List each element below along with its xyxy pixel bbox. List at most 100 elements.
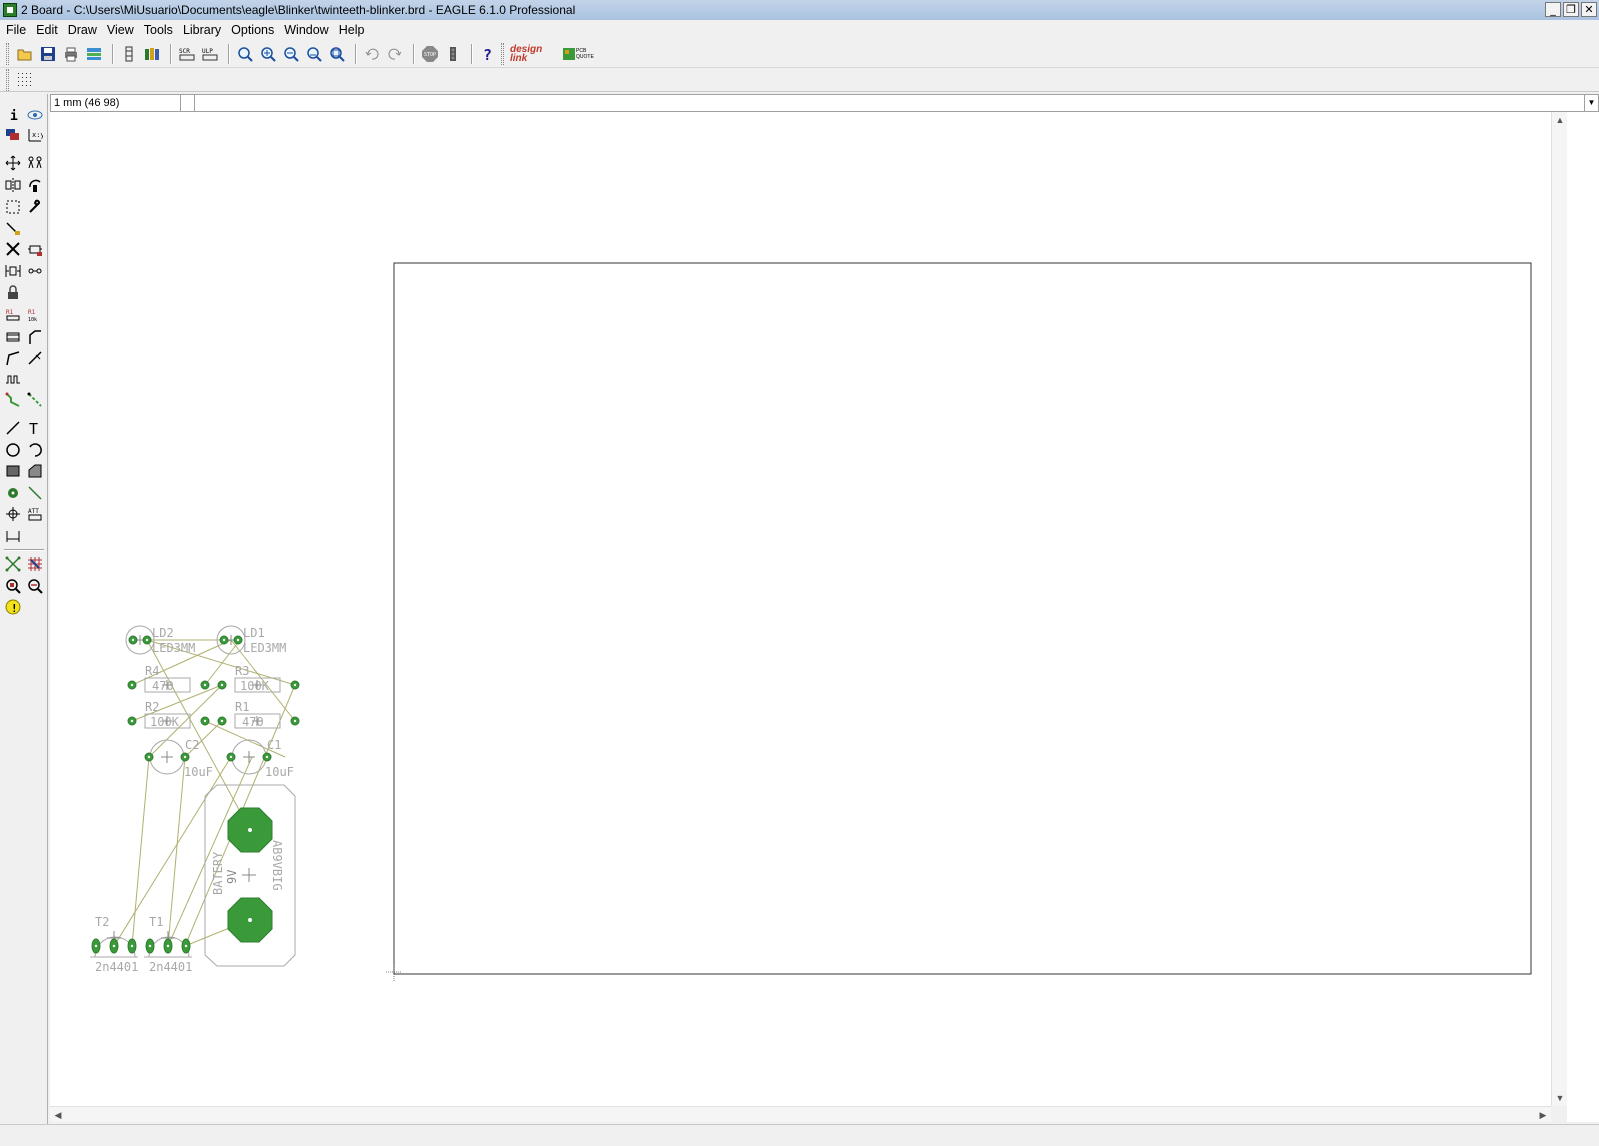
print-icon[interactable] <box>61 44 81 64</box>
part-value-ld2: LED3MM <box>152 641 195 655</box>
scroll-right-icon[interactable]: ▶ <box>1535 1107 1551 1123</box>
add-icon[interactable] <box>25 239 45 259</box>
toolbar-grip[interactable] <box>6 68 9 91</box>
toolbar-grip[interactable] <box>6 42 9 65</box>
attribute-icon[interactable]: ATT <box>25 504 45 524</box>
optimize-icon[interactable] <box>3 348 23 368</box>
route-icon[interactable] <box>3 369 23 389</box>
menu-options[interactable]: Options <box>231 23 280 37</box>
part-name-battery: BATERY <box>211 851 225 895</box>
name-icon[interactable]: R1 <box>3 305 23 325</box>
toolbar-separator <box>112 43 114 64</box>
arc-icon[interactable] <box>25 440 45 460</box>
value-icon[interactable]: R1 10k <box>25 305 45 325</box>
menu-window[interactable]: Window <box>284 23 334 37</box>
split-icon[interactable] <box>25 327 45 347</box>
signal-route-icon[interactable] <box>25 390 45 410</box>
info-icon[interactable]: i <box>3 105 23 125</box>
polygon-icon[interactable] <box>25 461 45 481</box>
toolbar-separator <box>413 43 415 64</box>
stop-icon[interactable]: STOP <box>420 44 440 64</box>
miter-icon[interactable] <box>3 327 23 347</box>
meander-icon[interactable] <box>25 348 45 368</box>
part-value-t1: 2n4401 <box>149 960 192 974</box>
grid-icon[interactable] <box>15 70 35 90</box>
open-icon[interactable] <box>15 44 35 64</box>
menu-tools[interactable]: Tools <box>144 23 179 37</box>
scroll-up-icon[interactable]: ▲ <box>1552 112 1568 128</box>
autorouter-icon[interactable] <box>25 554 45 574</box>
menu-library[interactable]: Library <box>183 23 227 37</box>
save-icon[interactable] <box>38 44 58 64</box>
copy-icon[interactable] <box>25 153 45 173</box>
horizontal-scrollbar[interactable]: ◀ ▶ <box>50 1106 1551 1122</box>
toolbar-separator <box>170 43 172 64</box>
replace-icon[interactable] <box>3 261 23 281</box>
mirror-icon[interactable] <box>3 175 23 195</box>
text-icon[interactable]: T <box>25 418 45 438</box>
close-icon[interactable]: ✕ <box>1581 2 1597 17</box>
restore-icon[interactable]: ❐ <box>1563 2 1579 17</box>
mark-icon[interactable]: x:y <box>25 125 45 145</box>
svg-text:ULP: ULP <box>202 48 213 55</box>
menu-file[interactable]: File <box>6 23 32 37</box>
redo-icon[interactable] <box>385 44 405 64</box>
board-canvas[interactable]: LD2 LED3MM LD1 LED3MM R4 470 R3 100K R2 … <box>50 112 1551 1106</box>
erc-icon[interactable]: ! <box>3 597 23 617</box>
show-icon[interactable] <box>25 105 45 125</box>
scroll-down-icon[interactable]: ▼ <box>1552 1090 1568 1106</box>
signal-icon[interactable] <box>25 483 45 503</box>
change-icon[interactable] <box>25 197 45 217</box>
delete-icon[interactable] <box>3 239 23 259</box>
design-link-button[interactable]: design link <box>510 44 552 63</box>
paste-icon[interactable] <box>3 218 23 238</box>
zoom-out-icon[interactable] <box>281 44 301 64</box>
command-history-dropdown[interactable]: ▼ <box>1584 95 1598 111</box>
group-icon[interactable] <box>3 197 23 217</box>
library-icon[interactable] <box>142 44 162 64</box>
hole-icon[interactable] <box>3 504 23 524</box>
switch-icon[interactable] <box>119 44 139 64</box>
ripup-icon[interactable] <box>3 390 23 410</box>
drc-icon[interactable] <box>3 576 23 596</box>
ulp-icon[interactable]: ULP <box>200 44 220 64</box>
zoom-select-icon[interactable] <box>327 44 347 64</box>
board-outline[interactable] <box>393 262 1532 975</box>
script-icon[interactable]: SCR <box>177 44 197 64</box>
eagle-app-icon[interactable] <box>3 3 17 17</box>
toolbar-grip[interactable] <box>501 42 504 65</box>
coordinate-display: 1 mm (46 98) <box>51 95 181 111</box>
pcb-quote-button[interactable]: PCB QUOTE <box>560 44 596 64</box>
zoom-redraw-icon[interactable] <box>304 44 324 64</box>
dimension-icon[interactable] <box>3 526 23 546</box>
errors-icon[interactable] <box>25 576 45 596</box>
scroll-left-icon[interactable]: ◀ <box>50 1107 66 1123</box>
svg-text:R1: R1 <box>6 309 14 316</box>
via-icon[interactable] <box>3 483 23 503</box>
move-icon[interactable] <box>3 153 23 173</box>
rect-icon[interactable] <box>3 461 23 481</box>
go-icon[interactable] <box>443 44 463 64</box>
part-name-r1: R1 <box>235 700 249 714</box>
lock-icon[interactable] <box>25 261 45 281</box>
circle-icon[interactable] <box>3 440 23 460</box>
menu-draw[interactable]: Draw <box>68 23 103 37</box>
zoom-in-icon[interactable] <box>258 44 278 64</box>
menu-help[interactable]: Help <box>339 23 371 37</box>
vertical-scrollbar[interactable]: ▲ ▼ <box>1551 112 1567 1106</box>
ratsnest-icon[interactable] <box>3 554 23 574</box>
minimize-icon[interactable]: _ <box>1545 2 1561 17</box>
wire-icon[interactable] <box>3 418 23 438</box>
help-icon[interactable]: ? <box>478 44 498 64</box>
command-input[interactable] <box>195 95 1584 111</box>
cam-icon[interactable] <box>84 44 104 64</box>
svg-text:i: i <box>10 109 18 122</box>
display-layers-icon[interactable] <box>3 125 23 145</box>
menu-edit[interactable]: Edit <box>36 23 64 37</box>
board-drawing[interactable]: LD2 LED3MM LD1 LED3MM R4 470 R3 100K R2 … <box>50 112 1551 1106</box>
menu-view[interactable]: View <box>107 23 140 37</box>
zoom-fit-icon[interactable] <box>235 44 255 64</box>
rotate-icon[interactable] <box>25 175 45 195</box>
smash-icon[interactable] <box>3 283 23 303</box>
undo-icon[interactable] <box>362 44 382 64</box>
